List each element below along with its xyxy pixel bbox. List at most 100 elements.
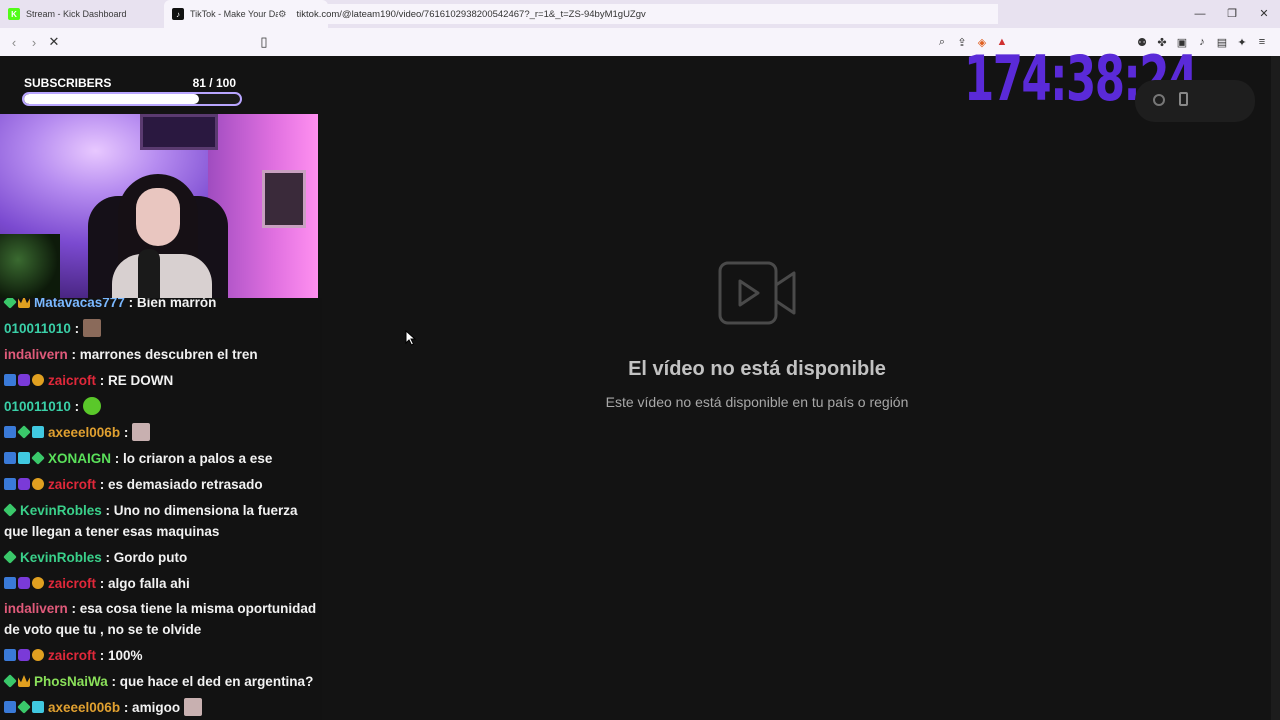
chat-text: : Gordo puto [101, 550, 188, 565]
green-badge-icon [17, 700, 31, 714]
back-icon[interactable]: ‹ [4, 35, 24, 50]
blue-badge-icon [4, 478, 16, 490]
window-controls: — ❐ ✕ [1184, 0, 1280, 28]
chat-message: KevinRobles : Uno no dimensiona la fuerz… [3, 500, 322, 542]
chat-username[interactable]: XONAIGN [48, 451, 111, 466]
cyan-badge-icon [32, 701, 44, 713]
chat-message: XONAIGN : lo criaron a palos a ese [4, 448, 322, 469]
page-scrollbar[interactable] [1271, 56, 1280, 720]
chat-username[interactable]: KevinRobles [20, 503, 102, 518]
chat-username[interactable]: PhosNaiWa [34, 674, 108, 689]
green-badge-icon [3, 550, 17, 564]
green-badge-icon [3, 674, 17, 688]
mobile-icon[interactable] [1179, 92, 1188, 106]
minimize-button[interactable]: — [1184, 0, 1216, 28]
chat-message: PhosNaiWa : que hace el ded en argentina… [3, 671, 322, 692]
blue-badge-icon [4, 701, 16, 713]
chat-text: : lo criaron a palos a ese [111, 451, 273, 466]
menu-icon[interactable]: ≡ [1252, 36, 1272, 48]
chat-message: zaicroft : 100% [4, 645, 322, 666]
chat-text: : RE DOWN [96, 373, 174, 388]
chat-username[interactable]: Matavacas777 [34, 298, 125, 310]
maximize-button[interactable]: ❐ [1216, 0, 1248, 28]
chat-text: : marrones descubren el tren [67, 347, 258, 362]
blue-badge-icon [4, 452, 16, 464]
chat-message: 010011010 : [4, 396, 322, 417]
browser-tab[interactable]: K Stream - Kick Dashboard [0, 0, 164, 28]
chat-username[interactable]: axeeel006b [48, 700, 120, 715]
chat-username[interactable]: zaicroft [48, 576, 96, 591]
gold-badge-icon [32, 649, 44, 661]
chat-text: : es demasiado retrasado [96, 477, 263, 492]
chat-message: Matavacas777 : Bien marrón [3, 298, 322, 313]
video-unavailable-title: El vídeo no está disponible [628, 358, 886, 380]
chat-emote-icon [183, 698, 202, 716]
chat-message: axeeel006b : amigoo [4, 697, 322, 718]
video-unavailable-icon [718, 261, 796, 325]
blue-badge-icon [4, 577, 16, 589]
chat-emote-icon [132, 423, 151, 441]
chat-text: : amigoo [120, 700, 184, 715]
green-badge-icon [3, 503, 17, 517]
forward-icon[interactable]: › [24, 35, 44, 50]
chat-username[interactable]: 010011010 [4, 399, 71, 414]
chat-username[interactable]: zaicroft [48, 477, 96, 492]
wallet-icon[interactable]: ▤ [1212, 36, 1232, 49]
chat-text: : que hace el ded en argentina? [107, 674, 314, 689]
chat-text: : [120, 425, 133, 440]
crown-badge-icon [18, 298, 30, 308]
close-window-button[interactable]: ✕ [1248, 0, 1280, 28]
floating-video-controls [1135, 80, 1255, 122]
leo-ai-icon[interactable]: ✦ [1232, 36, 1252, 49]
chat-message: zaicroft : RE DOWN [4, 370, 322, 391]
gold-badge-icon [32, 577, 44, 589]
chat-text: : 100% [96, 648, 143, 663]
purple-badge-icon [18, 649, 30, 661]
chat-message: 010011010 : [4, 318, 322, 339]
green-badge-icon [17, 425, 31, 439]
blue-badge-icon [4, 649, 16, 661]
blue-badge-icon [4, 374, 16, 386]
subscribers-count: 81 / 100 [192, 76, 236, 90]
chat-panel: Matavacas777 : Bien marrón 010011010 : in… [0, 298, 322, 720]
video-unavailable-subtitle: Este vídeo no está disponible en tu país… [605, 394, 909, 410]
chat-text: : [70, 399, 83, 414]
purple-badge-icon [18, 374, 30, 386]
chat-text: : algo falla ahi [96, 576, 190, 591]
subscribers-label: SUBSCRIBERS [24, 76, 112, 90]
chat-message: indalivern : esa cosa tiene la misma opo… [4, 598, 322, 640]
subscribers-progress-fill [24, 94, 199, 104]
chat-message: KevinRobles : Gordo puto [3, 547, 322, 568]
bookmark-icon[interactable]: ▯ [254, 34, 274, 50]
chat-username[interactable]: indalivern [4, 347, 68, 362]
chat-text: : Bien marrón [124, 298, 217, 310]
chat-username[interactable]: axeeel006b [48, 425, 120, 440]
chat-username[interactable]: 010011010 [4, 321, 71, 336]
tab-favicon-icon: K [8, 8, 20, 20]
settings-icon[interactable] [1153, 94, 1165, 106]
url-field[interactable]: ⚙ tiktok.com/@lateam190/video/7616102938… [278, 4, 998, 24]
reload-icon[interactable]: ✕ [44, 34, 64, 50]
chat-emote-icon [82, 397, 101, 415]
chat-text: : [70, 321, 83, 336]
zoom-icon[interactable]: ⌕ [932, 36, 952, 49]
tab-favicon-icon: ♪ [172, 8, 184, 20]
chat-username[interactable]: KevinRobles [20, 550, 102, 565]
cyan-badge-icon [18, 452, 30, 464]
subscriber-goal-widget: SUBSCRIBERS 81 / 100 [18, 76, 246, 110]
tab-title: Stream - Kick Dashboard [26, 9, 127, 19]
site-info-icon[interactable]: ⚙ [278, 9, 287, 20]
chat-emote-icon [82, 319, 101, 337]
gold-badge-icon [32, 478, 44, 490]
chat-message: zaicroft : es demasiado retrasado [4, 474, 322, 495]
url-text: tiktok.com/@lateam190/video/761610293820… [296, 8, 646, 20]
blue-badge-icon [4, 426, 16, 438]
mouse-cursor-icon [405, 330, 417, 346]
chat-username[interactable]: zaicroft [48, 373, 96, 388]
chat-username[interactable]: zaicroft [48, 648, 96, 663]
crown-badge-icon [18, 675, 30, 687]
purple-badge-icon [18, 577, 30, 589]
chat-username[interactable]: indalivern [4, 601, 68, 616]
cyan-badge-icon [32, 426, 44, 438]
gold-badge-icon [32, 374, 44, 386]
